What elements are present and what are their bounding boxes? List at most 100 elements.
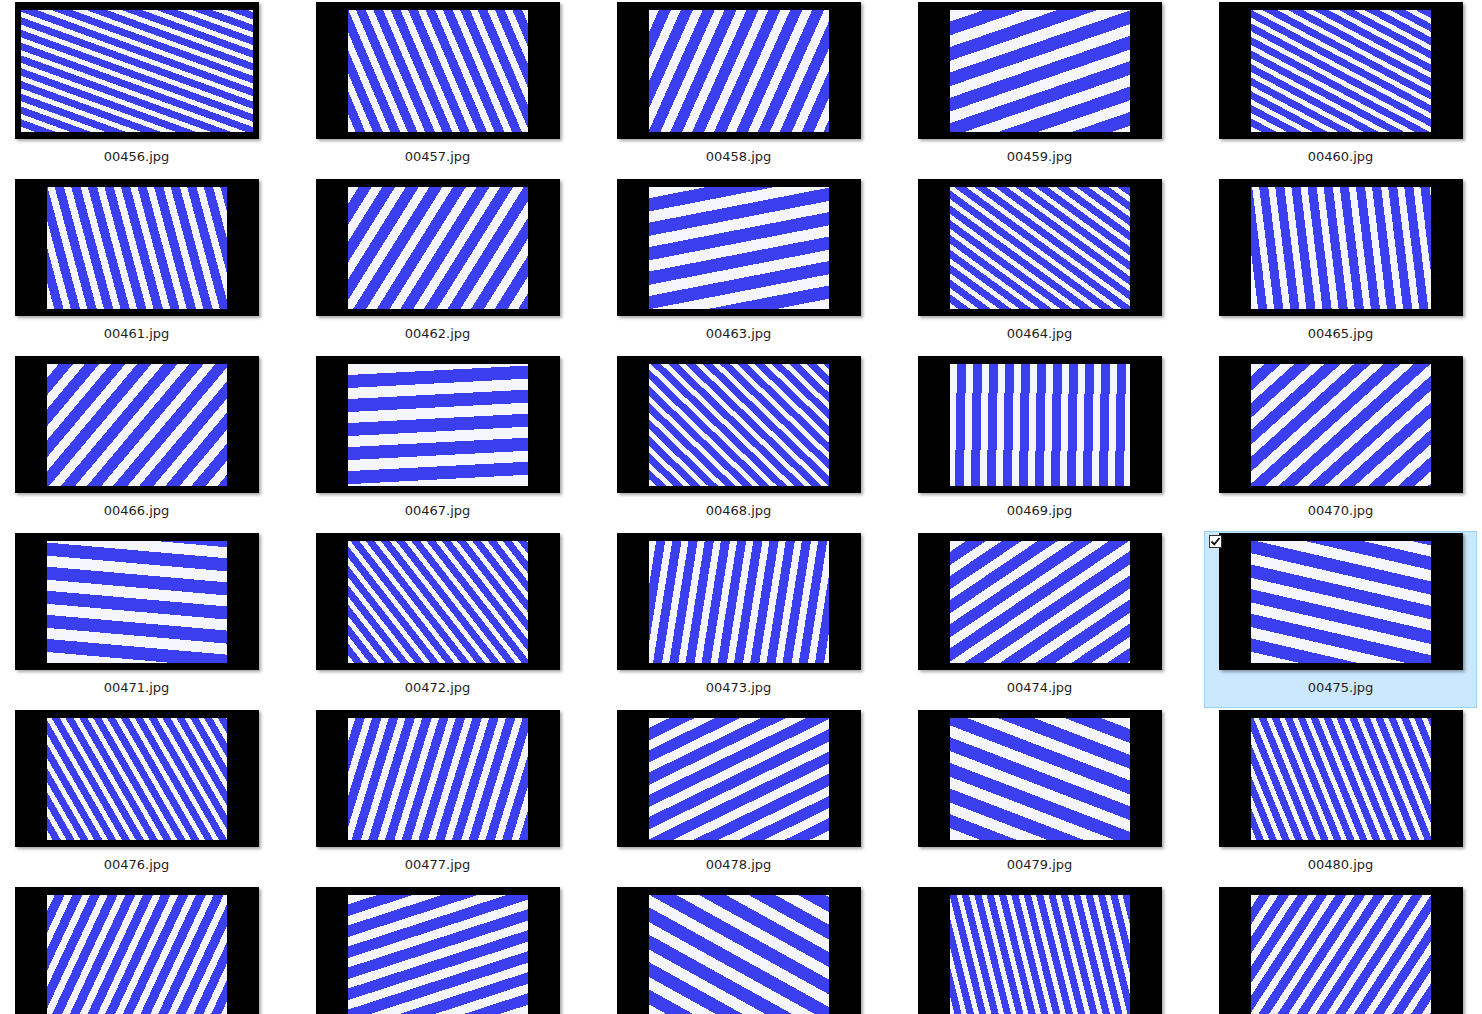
file-name: 00465.jpg xyxy=(1304,325,1378,343)
thumbnail-image xyxy=(1251,187,1431,309)
thumbnail[interactable] xyxy=(617,887,861,1014)
thumbnail[interactable] xyxy=(15,710,259,847)
thumbnail[interactable] xyxy=(918,2,1162,139)
thumbnail[interactable] xyxy=(15,2,259,139)
file-item[interactable]: 00462.jpg xyxy=(301,177,574,354)
thumbnail[interactable] xyxy=(918,179,1162,316)
file-item[interactable] xyxy=(903,885,1176,1014)
file-item[interactable]: 00479.jpg xyxy=(903,708,1176,885)
file-item[interactable]: 00465.jpg xyxy=(1204,177,1477,354)
file-name: 00474.jpg xyxy=(1003,679,1077,697)
thumbnail-image xyxy=(950,187,1130,309)
file-item[interactable]: 00471.jpg xyxy=(0,531,273,708)
thumbnail-image xyxy=(649,10,829,132)
thumbnail-image xyxy=(1251,364,1431,486)
thumbnail-image xyxy=(47,187,227,309)
thumbnail-image xyxy=(348,895,528,1014)
thumbnail[interactable] xyxy=(1219,179,1463,316)
thumbnail-image xyxy=(47,364,227,486)
file-item[interactable] xyxy=(301,885,574,1014)
file-item[interactable]: 00467.jpg xyxy=(301,354,574,531)
file-item[interactable]: 00480.jpg xyxy=(1204,708,1477,885)
file-name: 00478.jpg xyxy=(702,856,776,874)
file-name: 00460.jpg xyxy=(1304,148,1378,166)
thumbnail[interactable] xyxy=(316,356,560,493)
thumbnail[interactable] xyxy=(1219,533,1463,670)
thumbnail[interactable] xyxy=(316,179,560,316)
thumbnail[interactable] xyxy=(617,2,861,139)
thumbnail-image xyxy=(649,895,829,1014)
thumbnail[interactable] xyxy=(617,356,861,493)
thumbnail[interactable] xyxy=(1219,887,1463,1014)
thumbnail[interactable] xyxy=(1219,2,1463,139)
file-name: 00467.jpg xyxy=(401,502,475,520)
file-item[interactable]: 00474.jpg xyxy=(903,531,1176,708)
file-item[interactable]: 00458.jpg xyxy=(602,0,875,177)
file-item[interactable]: 00476.jpg xyxy=(0,708,273,885)
explorer-view: 00456.jpg 00457.jpg 00458.jpg 00459.jpg 0046… xyxy=(0,0,1482,1014)
file-name: 00470.jpg xyxy=(1304,502,1378,520)
thumbnail[interactable] xyxy=(316,533,560,670)
file-name: 00473.jpg xyxy=(702,679,776,697)
thumbnail-image xyxy=(348,187,528,309)
thumbnail[interactable] xyxy=(316,710,560,847)
file-name: 00479.jpg xyxy=(1003,856,1077,874)
thumbnail[interactable] xyxy=(918,356,1162,493)
file-item[interactable]: 00459.jpg xyxy=(903,0,1176,177)
file-item[interactable]: 00461.jpg xyxy=(0,177,273,354)
thumbnail[interactable] xyxy=(617,533,861,670)
file-name: 00457.jpg xyxy=(401,148,475,166)
thumbnail-image xyxy=(649,187,829,309)
thumbnail[interactable] xyxy=(316,2,560,139)
thumbnail[interactable] xyxy=(1219,710,1463,847)
file-item[interactable]: 00468.jpg xyxy=(602,354,875,531)
file-item[interactable]: 00473.jpg xyxy=(602,531,875,708)
thumbnail-image xyxy=(47,718,227,840)
thumbnail[interactable] xyxy=(617,710,861,847)
thumbnail[interactable] xyxy=(15,356,259,493)
thumbnail[interactable] xyxy=(617,179,861,316)
thumbnail-image xyxy=(950,364,1130,486)
file-item[interactable]: 00463.jpg xyxy=(602,177,875,354)
thumbnail-image xyxy=(950,541,1130,663)
file-item[interactable]: 00478.jpg xyxy=(602,708,875,885)
file-item[interactable]: 00464.jpg xyxy=(903,177,1176,354)
file-name: 00458.jpg xyxy=(702,148,776,166)
thumbnail-image xyxy=(348,10,528,132)
file-item[interactable]: 00477.jpg xyxy=(301,708,574,885)
thumbnail[interactable] xyxy=(1219,356,1463,493)
thumbnail-image xyxy=(348,541,528,663)
file-item[interactable] xyxy=(0,885,273,1014)
file-item[interactable]: 00470.jpg xyxy=(1204,354,1477,531)
file-name: 00462.jpg xyxy=(401,325,475,343)
thumbnail[interactable] xyxy=(918,887,1162,1014)
thumbnail[interactable] xyxy=(918,710,1162,847)
thumbnail[interactable] xyxy=(15,887,259,1014)
file-item[interactable]: 00460.jpg xyxy=(1204,0,1477,177)
thumbnail[interactable] xyxy=(15,179,259,316)
file-item[interactable]: 00456.jpg xyxy=(0,0,273,177)
file-item[interactable]: 00469.jpg xyxy=(903,354,1176,531)
item-checkbox[interactable] xyxy=(1209,535,1222,548)
thumbnail-image xyxy=(649,541,829,663)
file-name: 00456.jpg xyxy=(100,148,174,166)
file-item[interactable] xyxy=(1204,885,1477,1014)
file-name: 00480.jpg xyxy=(1304,856,1378,874)
thumbnail-image xyxy=(1251,895,1431,1014)
thumbnail[interactable] xyxy=(316,887,560,1014)
file-item[interactable]: 00457.jpg xyxy=(301,0,574,177)
file-name: 00475.jpg xyxy=(1304,679,1378,697)
file-item[interactable]: 00472.jpg xyxy=(301,531,574,708)
thumbnail[interactable] xyxy=(15,533,259,670)
thumbnail-image xyxy=(950,10,1130,132)
file-item[interactable]: 00466.jpg xyxy=(0,354,273,531)
file-name: 00477.jpg xyxy=(401,856,475,874)
thumbnail[interactable] xyxy=(918,533,1162,670)
file-item[interactable]: 00475.jpg xyxy=(1204,531,1477,708)
file-name: 00459.jpg xyxy=(1003,148,1077,166)
thumbnail-image xyxy=(1251,541,1431,663)
thumbnail-image xyxy=(47,541,227,663)
file-name: 00461.jpg xyxy=(100,325,174,343)
file-name: 00468.jpg xyxy=(702,502,776,520)
file-item[interactable] xyxy=(602,885,875,1014)
